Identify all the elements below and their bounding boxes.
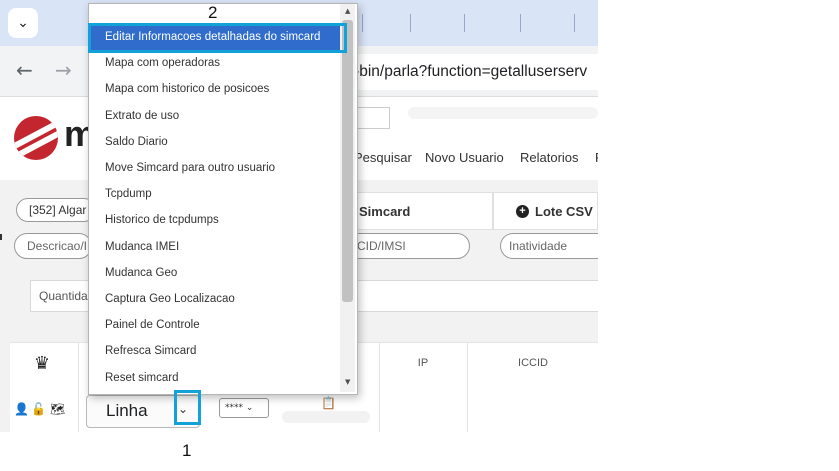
row-placeholder-bar [282,411,370,423]
tab-separator [362,14,363,32]
menu-pesquisar[interactable]: Pesquisar [354,150,412,165]
tab-separator [574,14,575,32]
tab-lote-csv-label: Lote CSV [535,203,593,219]
brand-logo-icon [14,116,58,160]
dropdown-option[interactable]: Mudanca Geo [89,260,341,286]
menu-novo-usuario[interactable]: Novo Usuario [425,150,504,165]
descricao-field[interactable]: Descricao/I [14,233,92,259]
dropdown-option[interactable]: Painel de Controle [89,312,341,338]
tab-simcard-label: Simcard [359,203,411,219]
operator-select[interactable]: [352] Algar [16,198,96,222]
plus-circle-icon: + [516,204,529,218]
edge-mark [0,234,2,240]
line-action-select-value: Linha [106,401,148,420]
small-select-value: **** [225,403,243,413]
user-icon[interactable]: 👤 [14,402,29,416]
annotation-label-2: 2 [208,3,218,22]
header-search-bar[interactable] [408,107,598,119]
dropdown-option[interactable]: Refresca Simcard [89,338,341,364]
dropdown-option[interactable]: Move Simcard para outro usuario [89,155,341,181]
dropdown-option[interactable]: Tcpdump [89,181,341,207]
clipboard-icon[interactable]: 📋 [321,396,336,410]
column-divider [467,342,468,432]
crown-icon: ♛ [33,352,51,373]
menu-next-item[interactable]: F [595,150,598,165]
dropdown-option[interactable]: Extrato de uso [89,103,341,129]
tab-lote-csv[interactable]: + Lote CSV [493,192,598,230]
column-header-ip[interactable]: IP [380,342,466,384]
scroll-up-icon[interactable]: ▲ [345,7,350,15]
forward-arrow-icon[interactable]: → [55,58,72,82]
menu-relatorios[interactable]: Relatorios [520,150,579,165]
scroll-down-icon[interactable]: ▼ [345,378,350,386]
back-arrow-icon[interactable]: ← [16,58,33,82]
dropdown-option[interactable]: Historico de tcpdumps [89,207,341,233]
dropdown-option[interactable]: Mudanca IMEI [89,234,341,260]
dropdown-scrollbar-thumb[interactable] [342,20,353,302]
tab-separator [410,14,411,32]
chevron-down-icon: ⌄ [17,15,29,31]
map-pin-icon[interactable]: 🗺 [50,402,65,416]
lock-icon[interactable]: 🔓 [31,402,46,416]
column-header-iccid[interactable]: ICCID [468,342,598,384]
line-action-dropdown[interactable]: Editar Informacoes detalhadas do simcard… [88,3,358,395]
dropdown-option[interactable]: Saldo Diario [89,129,341,155]
annotation-label-1: 1 [182,441,192,460]
dropdown-option[interactable]: Reset simcard [89,365,341,391]
highlight-box-dropdown-toggle [174,390,201,425]
dropdown-option[interactable]: Mapa com historico de posicoes [89,76,341,102]
small-select[interactable]: **** ⌄ [219,398,269,418]
iccid-imsi-field[interactable]: CID/IMSI [344,233,470,259]
column-divider [78,342,79,432]
tab-search-button[interactable]: ⌄ [8,8,38,38]
tab-separator [464,14,465,32]
inatividade-field[interactable]: Inatividade [500,233,598,259]
dropdown-option[interactable]: Mapa com operadoras [89,50,341,76]
dropdown-option[interactable]: Captura Geo Localizacao [89,286,341,312]
address-bar-url[interactable]: gi-bin/parla?function=getalluserserv [342,63,587,81]
tab-separator [520,14,521,32]
tab-simcard[interactable]: Simcard [340,192,493,230]
column-divider [379,342,380,432]
highlight-box-selected-option [88,23,347,53]
